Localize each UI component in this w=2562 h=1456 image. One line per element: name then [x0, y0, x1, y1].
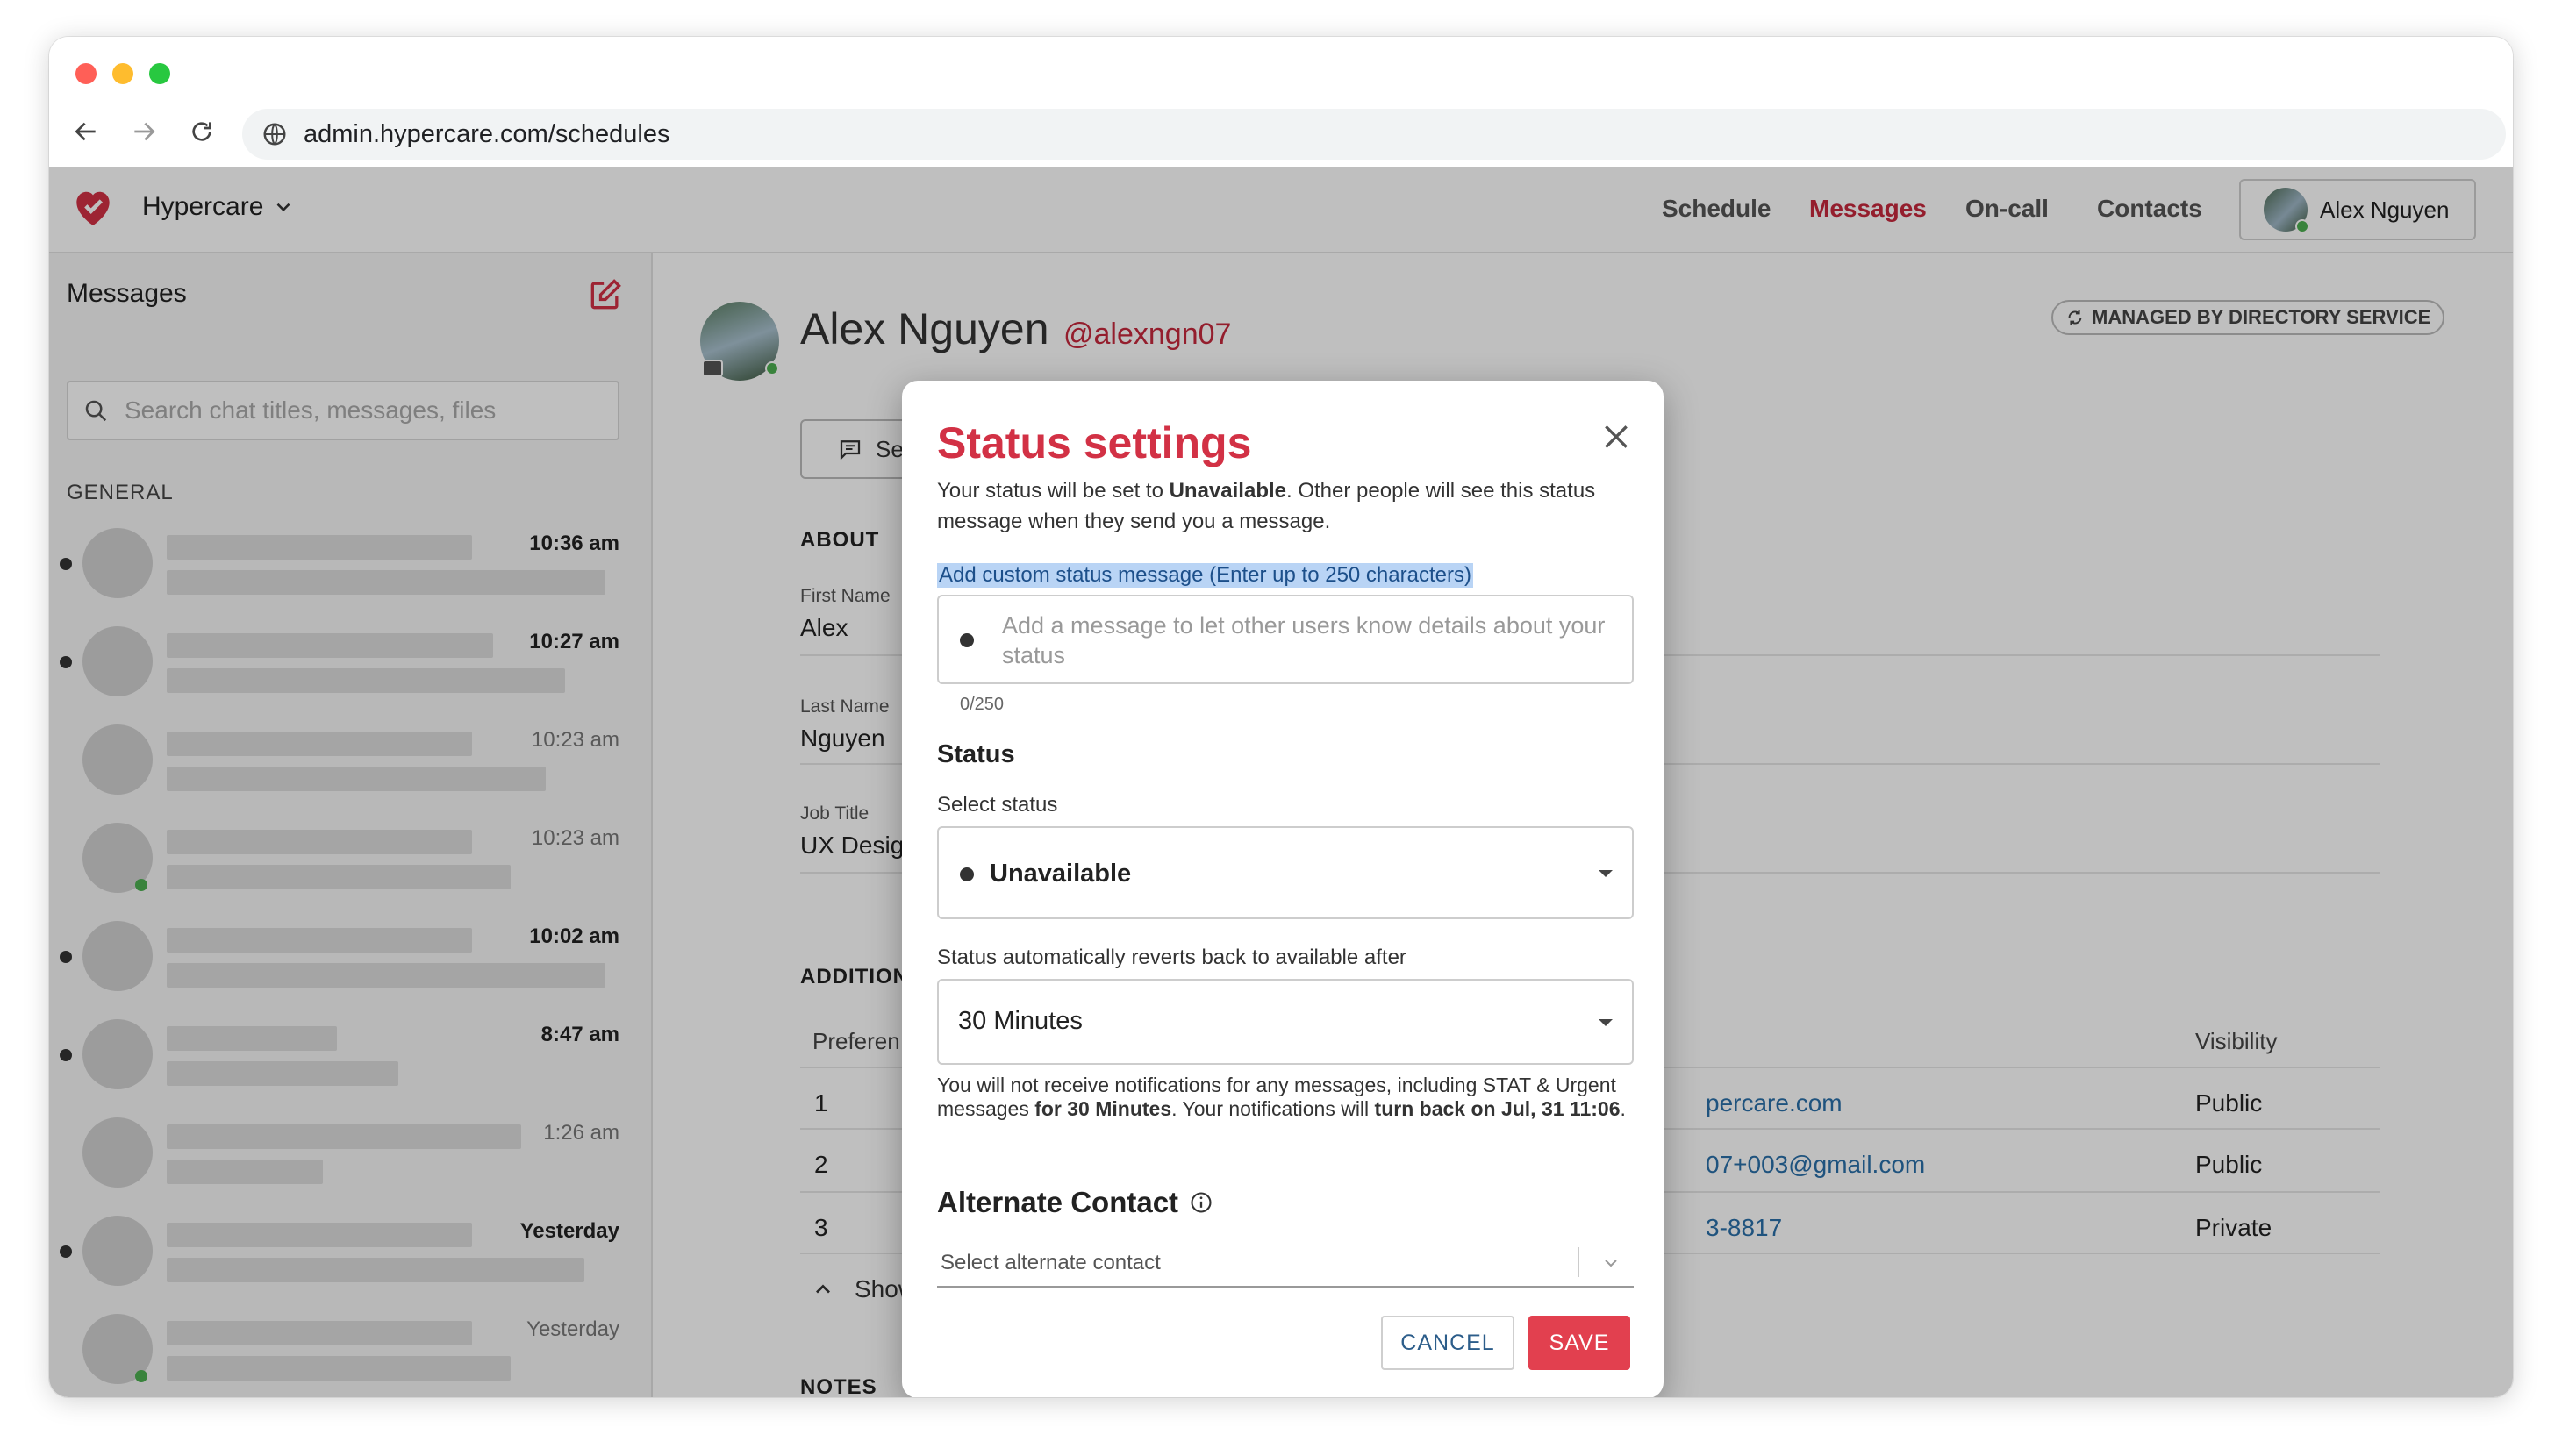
desc-prefix: Your status will be set to	[937, 479, 1170, 503]
reload-icon	[192, 122, 211, 141]
dialog-close-button[interactable]	[1599, 419, 1634, 459]
forward-arrow-icon	[134, 122, 155, 141]
alternate-contact-select[interactable]: Select alternate contact	[937, 1238, 1634, 1288]
status-settings-dialog: Status settings Your status will be set …	[902, 381, 1664, 1397]
back-button[interactable]	[67, 112, 105, 151]
notice-duration: for 30 Minutes	[1034, 1097, 1172, 1120]
select-status-label: Select status	[937, 793, 1058, 817]
alternate-contact-heading: Alternate Contact	[937, 1186, 1213, 1219]
select-separator	[1578, 1247, 1579, 1277]
save-button[interactable]: SAVE	[1528, 1316, 1630, 1370]
status-select[interactable]: Unavailable	[937, 826, 1634, 919]
site-info-icon[interactable]	[261, 121, 288, 147]
desc-status: Unavailable	[1169, 479, 1286, 503]
notice-text-3: .	[1620, 1097, 1626, 1120]
browser-chrome: admin.hypercare.com/schedules	[49, 37, 2513, 167]
status-heading: Status	[937, 740, 1015, 768]
close-icon	[1605, 425, 1628, 448]
revert-label: Status automatically reverts back to ava…	[937, 946, 1406, 969]
character-counter: 0/250	[960, 695, 1005, 714]
alternate-contact-placeholder: Select alternate contact	[941, 1251, 1161, 1274]
url-text: admin.hypercare.com/schedules	[304, 119, 670, 148]
modal-backdrop-top	[49, 167, 2513, 253]
chevron-down-icon	[1605, 1260, 1617, 1267]
notice-text-2: . Your notifications will	[1171, 1097, 1375, 1120]
revert-duration-select[interactable]: 30 Minutes	[937, 979, 1634, 1065]
caret-down-icon	[1599, 1019, 1613, 1026]
notice-turnback: turn back on Jul, 31 11:06	[1374, 1097, 1621, 1120]
revert-duration-value: 30 Minutes	[958, 1007, 1083, 1035]
forward-button[interactable]	[125, 112, 163, 151]
custom-status-input[interactable]: Add a message to let other users know de…	[937, 595, 1634, 684]
custom-status-placeholder: Add a message to let other users know de…	[1002, 612, 1606, 668]
status-bullet-icon	[960, 633, 974, 647]
reload-button[interactable]	[182, 112, 221, 151]
dialog-description: Your status will be set to Unavailable. …	[937, 475, 1630, 537]
custom-status-label: Add custom status message (Enter up to 2…	[937, 563, 1473, 588]
dialog-title: Status settings	[937, 418, 1252, 467]
caret-down-icon	[1599, 870, 1613, 877]
notification-notice: You will not receive notifications for a…	[937, 1074, 1639, 1121]
cancel-button[interactable]: CANCEL	[1381, 1316, 1514, 1370]
status-select-value: Unavailable	[990, 860, 1132, 888]
alternate-contact-title: Alternate Contact	[937, 1186, 1179, 1218]
browser-window: admin.hypercare.com/schedules Hypercare …	[49, 37, 2513, 1397]
hypercare-app: Hypercare Schedule Messages On-call Cont…	[49, 167, 2513, 1397]
back-arrow-icon	[75, 122, 96, 141]
status-bullet-icon	[960, 867, 974, 881]
maximize-window-button[interactable]	[149, 63, 170, 84]
address-bar[interactable]: admin.hypercare.com/schedules	[242, 109, 2506, 160]
close-window-button[interactable]	[75, 63, 97, 84]
info-icon[interactable]	[1189, 1190, 1213, 1215]
minimize-window-button[interactable]	[112, 63, 133, 84]
